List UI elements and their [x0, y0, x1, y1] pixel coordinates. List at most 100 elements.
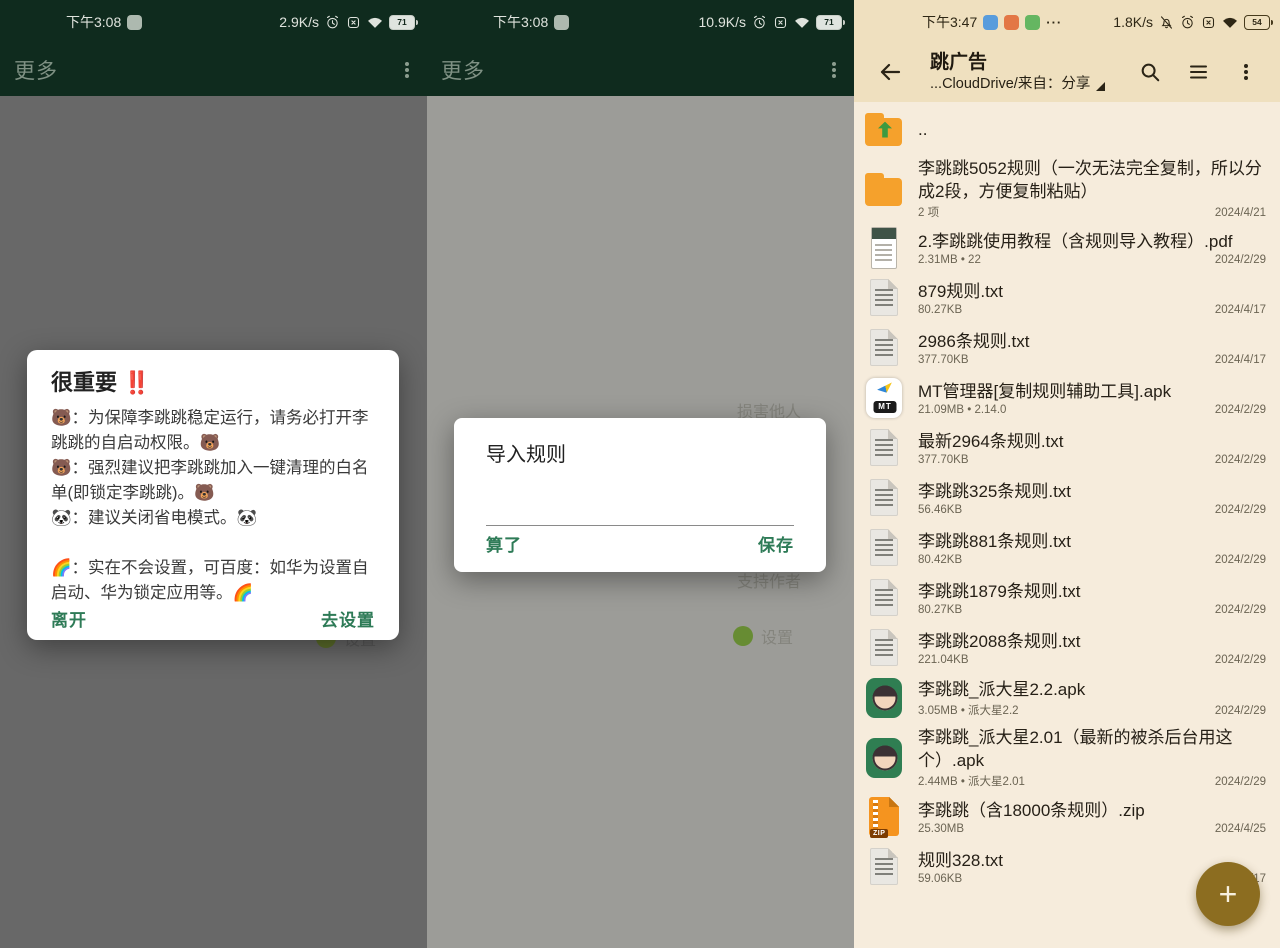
view-mode-icon[interactable] [1178, 52, 1218, 92]
no-sim-icon [773, 15, 788, 30]
file-name: 2.李跳跳使用教程（含规则导入教程）.pdf [918, 230, 1266, 253]
folder-up-icon [862, 107, 908, 151]
import-rules-dialog: 导入规则 算了 保存 [454, 418, 826, 572]
file-date: 2024/2/29 [1215, 554, 1266, 566]
file-row[interactable]: 李跳跳325条规则.txt 56.46KB 2024/2/29 [854, 473, 1280, 523]
file-date: 2024/4/25 [1215, 823, 1266, 835]
file-name: 李跳跳_派大星2.2.apk [918, 678, 1266, 701]
file-row[interactable]: 2986条规则.txt 377.70KB 2024/4/17 [854, 323, 1280, 373]
file-name: 最新2964条规则.txt [918, 430, 1266, 453]
apk-icon [862, 736, 908, 780]
file-row[interactable]: 李跳跳（含18000条规则）.zip 25.30MB 2024/4/25 [854, 792, 1280, 842]
file-name: 李跳跳_派大星2.01（最新的被杀后台用这个）.apk [918, 726, 1266, 772]
status-bar: 下午3:08 10.9K/s 71 [427, 0, 854, 44]
file-row[interactable]: 2.李跳跳使用教程（含规则导入教程）.pdf 2.31MB • 22 2024/… [854, 223, 1280, 273]
status-bar: 下午3:47 ··· 1.8K/s 54 [854, 0, 1280, 44]
wifi-icon [367, 16, 383, 29]
save-button[interactable]: 保存 [758, 531, 794, 556]
file-date: 2024/2/29 [1215, 404, 1266, 416]
overflow-menu-icon[interactable] [1226, 52, 1266, 92]
header-area: 下午3:08 10.9K/s 71 更多 [427, 0, 854, 96]
txt-icon [862, 476, 908, 520]
file-row[interactable]: 879规则.txt 80.27KB 2024/4/17 [854, 273, 1280, 323]
battery-icon: 71 [389, 15, 415, 30]
file-meta: 80.27KB [918, 604, 962, 616]
add-fab-button[interactable]: + [1196, 862, 1260, 926]
file-meta: 59.06KB [918, 873, 962, 885]
dialog-title: 导入规则 [486, 438, 794, 467]
toolbar: 跳广告 ...CloudDrive/来自：分享 [854, 44, 1280, 100]
file-meta: 221.04KB [918, 654, 969, 666]
network-speed: 10.9K/s [699, 14, 746, 30]
network-speed: 2.9K/s [279, 14, 319, 30]
leave-button[interactable]: 离开 [51, 606, 87, 631]
overflow-menu-icon[interactable] [405, 68, 409, 72]
dialog-body: 🐻：为保障李跳跳稳定运行，请务必打开李跳跳的自启动权限。🐻 🐻：强烈建议把李跳跳… [51, 406, 375, 606]
file-meta: 2.31MB • 22 [918, 254, 981, 266]
page-title: 更多 [441, 55, 485, 85]
file-date: 2024/2/29 [1215, 604, 1266, 616]
dialog-line: 🐻：为保障李跳跳稳定运行，请务必打开李跳跳的自启动权限。🐻 [51, 406, 375, 456]
wifi-icon [794, 16, 810, 29]
file-meta: 2 项 [918, 204, 939, 220]
file-meta: 377.70KB [918, 354, 969, 366]
search-icon[interactable] [1130, 52, 1170, 92]
file-meta: 80.42KB [918, 554, 962, 566]
file-row[interactable]: 李跳跳_派大星2.01（最新的被杀后台用这个）.apk 2.44MB • 派大星… [854, 723, 1280, 792]
file-meta: 56.46KB [918, 504, 962, 516]
file-row[interactable]: 李跳跳5052规则（一次无法完全复制，所以分成2段，方便复制粘贴） 2 项 20… [854, 154, 1280, 223]
alarm-icon [1180, 15, 1195, 30]
file-date: 2024/4/17 [1215, 304, 1266, 316]
txt-icon [862, 626, 908, 670]
dialog-title: 很重要 ‼️ [51, 368, 375, 398]
file-row[interactable]: 李跳跳881条规则.txt 80.42KB 2024/2/29 [854, 523, 1280, 573]
network-speed: 1.8K/s [1113, 14, 1153, 30]
file-row[interactable]: .. [854, 104, 1280, 154]
mt-icon [862, 376, 908, 420]
file-list: .. 李跳跳5052规则（一次无法完全复制，所以分成2段，方便复制粘贴） 2 项… [854, 102, 1280, 892]
file-date: 2024/2/29 [1215, 454, 1266, 466]
rule-input[interactable] [486, 505, 794, 526]
file-name: .. [918, 118, 1266, 141]
panel-import-dialog: 下午3:08 10.9K/s 71 更多 损害他人 支持作者 设置 [427, 0, 854, 948]
txt-icon [862, 326, 908, 370]
file-row[interactable]: 李跳跳2088条规则.txt 221.04KB 2024/2/29 [854, 623, 1280, 673]
file-date: 2024/2/29 [1215, 254, 1266, 266]
file-row[interactable]: MT管理器[复制规则辅助工具].apk 21.09MB • 2.14.0 202… [854, 373, 1280, 423]
file-name: 879规则.txt [918, 280, 1266, 303]
screenshot-composite: 下午3:08 2.9K/s 71 更多 设置 很重要 ‼️ [0, 0, 1280, 948]
alarm-icon [325, 15, 340, 30]
cancel-button[interactable]: 算了 [486, 531, 522, 556]
file-name: 李跳跳2088条规则.txt [918, 630, 1266, 653]
overflow-menu-icon[interactable] [832, 68, 836, 72]
file-meta: 377.70KB [918, 454, 969, 466]
back-icon[interactable] [870, 52, 910, 92]
dimmed-settings-item: 设置 [733, 624, 793, 648]
file-name: 李跳跳（含18000条规则）.zip [918, 799, 1266, 822]
file-row[interactable]: 李跳跳1879条规则.txt 80.27KB 2024/2/29 [854, 573, 1280, 623]
zip-icon [862, 795, 908, 839]
header-area: 下午3:08 2.9K/s 71 更多 [0, 0, 427, 96]
file-row[interactable]: 李跳跳_派大星2.2.apk 3.05MB • 派大星2.2 2024/2/29 [854, 673, 1280, 723]
notification-app-icon [554, 15, 569, 30]
breadcrumb[interactable]: ...CloudDrive/来自：分享 [930, 76, 1105, 93]
battery-icon: 54 [1244, 15, 1270, 30]
alarm-icon [752, 15, 767, 30]
dialog-line: 🌈：实在不会设置，可百度：如华为设置自启动、华为锁定应用等。🌈 [51, 556, 375, 606]
notification-app-icon-green [1025, 15, 1040, 30]
no-sim-icon [1201, 15, 1216, 30]
file-name: MT管理器[复制规则辅助工具].apk [918, 380, 1266, 403]
exclamation-emoji: ‼️ [123, 370, 150, 395]
txt-icon [862, 576, 908, 620]
file-date: 2024/4/21 [1215, 207, 1266, 219]
panel-important-dialog: 下午3:08 2.9K/s 71 更多 设置 很重要 ‼️ [0, 0, 427, 948]
pdf-icon [862, 226, 908, 270]
txt-icon [862, 276, 908, 320]
file-meta: 3.05MB • 派大星2.2 [918, 702, 1019, 718]
notification-app-icon-blue [983, 15, 998, 30]
go-settings-button[interactable]: 去设置 [321, 606, 375, 631]
apk-icon [862, 676, 908, 720]
file-row[interactable]: 最新2964条规则.txt 377.70KB 2024/2/29 [854, 423, 1280, 473]
txt-icon [862, 845, 908, 889]
no-sim-icon [346, 15, 361, 30]
